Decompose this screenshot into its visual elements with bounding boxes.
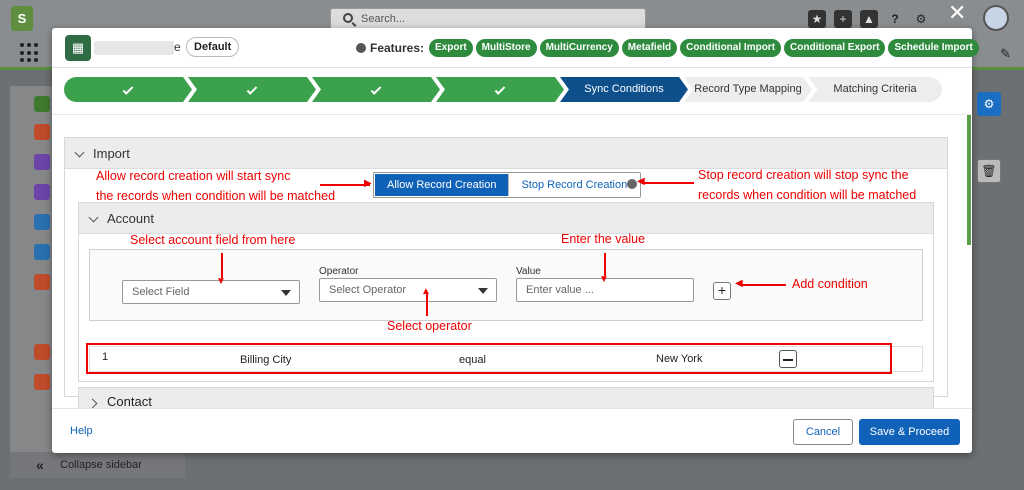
feature-chip: Conditional Import (680, 39, 782, 57)
edit-pencil-icon[interactable]: ✎ (1000, 46, 1011, 62)
checkmark-icon (494, 84, 506, 95)
step-4[interactable] (436, 77, 564, 102)
store-name-redacted (94, 41, 174, 55)
step-3[interactable] (312, 77, 440, 102)
record-creation-toggle: Allow Record Creation Stop Record Creati… (373, 172, 642, 198)
sidebar-settings-icon[interactable] (34, 96, 50, 112)
annotation-add-condition: Add condition (792, 277, 868, 291)
condition-operator: equal (459, 354, 486, 366)
operator-label: Operator (319, 266, 359, 277)
topbar-actions: ★ + ▲ ? ⚙ (808, 8, 930, 30)
info-icon[interactable] (627, 179, 637, 189)
add-condition-button[interactable]: + (713, 282, 731, 300)
modal-body: Import Allow Record Creation Stop Record… (52, 114, 972, 408)
feature-chip: MultiCurrency (539, 39, 619, 57)
select-field-dropdown[interactable]: Select Field (122, 280, 300, 304)
modal-header: ▦ e Default Features: Export MultiStore … (52, 28, 979, 68)
checkmark-icon (246, 84, 258, 95)
annotation-select-field: Select account field from here (130, 233, 296, 247)
arrow-head: ▶ (364, 178, 372, 189)
annotation-select-operator: Select operator (387, 319, 472, 333)
feature-chip: Export (429, 39, 473, 57)
save-proceed-button[interactable]: Save & Proceed (859, 419, 960, 445)
chevron-right-icon (87, 398, 98, 408)
scrollbar[interactable] (967, 115, 971, 245)
modal-footer: Help Cancel Save & Proceed (52, 408, 972, 453)
trailhead-icon[interactable]: ▲ (860, 10, 878, 28)
checkmark-icon (122, 84, 134, 95)
select-operator-dropdown[interactable]: Select Operator (319, 278, 497, 302)
annotation-stop-2: records when condition will be matched (698, 188, 917, 202)
step-2[interactable] (188, 77, 316, 102)
help-icon[interactable]: ? (886, 10, 904, 28)
arrow-head: ◀ (735, 278, 743, 289)
sidebar-star-icon[interactable] (34, 214, 50, 230)
step-sync-conditions[interactable]: Sync Conditions (560, 77, 688, 102)
feature-chips: Export MultiStore MultiCurrency Metafiel… (429, 39, 979, 57)
chevron-down-icon (88, 212, 99, 223)
feature-chip: Metafield (621, 39, 678, 57)
setup-gear-icon[interactable]: ⚙ (912, 10, 930, 28)
condition-value: New York (656, 353, 703, 365)
annotation-allow-2: the records when condition will be match… (96, 189, 336, 203)
remove-condition-button[interactable] (779, 350, 797, 368)
sidebar-customers-icon[interactable] (34, 184, 50, 200)
allow-record-creation-button[interactable]: Allow Record Creation (375, 174, 509, 196)
add-icon[interactable]: + (834, 10, 852, 28)
condition-index: 1 (102, 351, 109, 363)
progress-stepper: Sync Conditions Record Type Mapping Matc… (64, 77, 942, 102)
arrow-head: ▼ (216, 276, 226, 287)
user-avatar[interactable] (983, 5, 1009, 31)
modal-close-icon[interactable]: ✕ (948, 2, 966, 24)
arrow-to-add (740, 284, 786, 286)
sidebar-report-icon[interactable] (34, 374, 50, 390)
chevron-down-icon (74, 147, 85, 158)
info-icon (356, 43, 366, 53)
value-label: Value (516, 266, 541, 277)
sidebar-calendar-icon[interactable] (34, 344, 50, 360)
page-settings-gear-icon[interactable]: ⚙ (977, 92, 1001, 116)
step-1[interactable] (64, 77, 192, 102)
arrow-to-operator (426, 294, 428, 316)
delete-trash-icon[interactable]: 🗑 (977, 159, 1001, 183)
condition-row: 1 Billing City equal New York (89, 346, 923, 372)
sidebar-orders-icon[interactable] (34, 124, 50, 140)
sidebar-products-icon[interactable] (34, 154, 50, 170)
default-badge: Default (186, 37, 240, 57)
cancel-button[interactable]: Cancel (793, 419, 853, 445)
annotation-allow-1: Allow record creation will start sync (96, 169, 291, 183)
store-icon: ▦ (65, 35, 91, 61)
arrow-head: ▼ (599, 274, 609, 285)
help-link[interactable]: Help (70, 425, 93, 437)
double-chevron-left-icon: « (36, 457, 44, 473)
store-name-suffix: e (174, 40, 181, 54)
checkmark-icon (370, 84, 382, 95)
features-label: Features: (356, 41, 424, 55)
contact-section-header[interactable]: Contact (78, 387, 934, 408)
step-record-type-mapping[interactable]: Record Type Mapping (684, 77, 812, 102)
favorites-star-icon[interactable]: ★ (808, 10, 826, 28)
feature-chip: MultiStore (475, 39, 537, 57)
collapse-sidebar-button[interactable]: « Collapse sidebar (10, 452, 185, 478)
annotation-enter-value: Enter the value (561, 232, 646, 246)
app-launcher-icon[interactable] (20, 43, 40, 63)
global-search-input[interactable]: Search... (330, 8, 646, 30)
feature-chip: Conditional Export (784, 39, 886, 57)
caret-down-icon (478, 288, 488, 294)
annotation-stop-1: Stop record creation will stop sync the (698, 168, 909, 182)
condition-field: Billing City (240, 354, 292, 366)
search-icon (343, 13, 353, 23)
caret-down-icon (281, 290, 291, 296)
arrow-head: ◀ (637, 176, 645, 187)
stop-record-creation-button[interactable]: Stop Record Creation (508, 174, 639, 196)
shopify-logo-icon[interactable]: S (11, 6, 33, 31)
sidebar-layers-icon[interactable] (34, 244, 50, 260)
arrow-to-stop (644, 182, 694, 184)
sidebar-crown-icon[interactable] (34, 274, 50, 290)
step-matching-criteria[interactable]: Matching Criteria (808, 77, 942, 102)
arrow-to-allow (320, 184, 370, 186)
feature-chip: Schedule Import (888, 39, 979, 57)
